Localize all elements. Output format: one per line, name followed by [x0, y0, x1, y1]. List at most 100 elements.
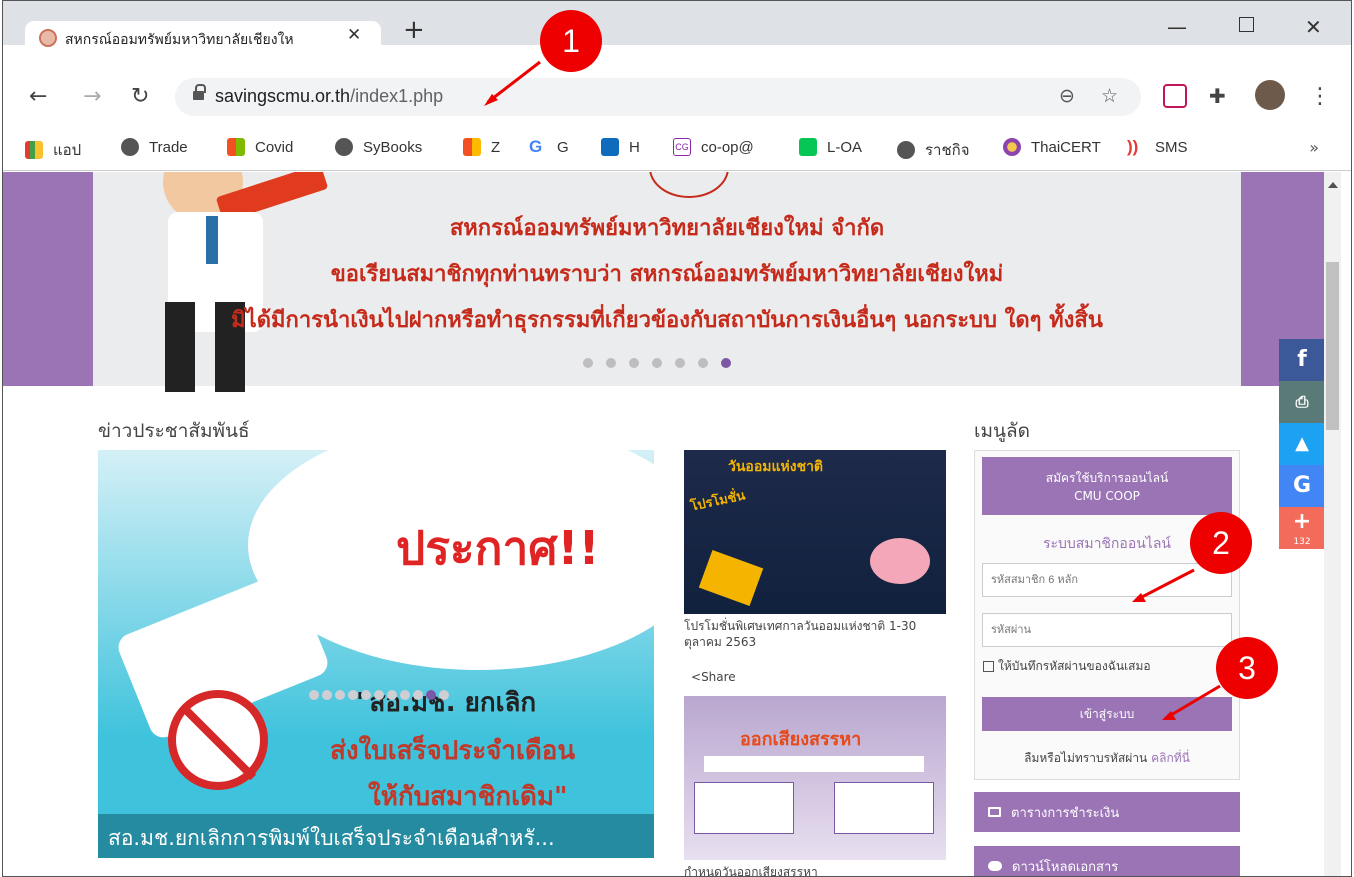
- thumb-promo: โปรโมชั่น: [689, 488, 747, 515]
- close-window-icon[interactable]: ✕: [1305, 15, 1322, 39]
- carousel-dot[interactable]: [361, 690, 371, 700]
- share-icon: <: [691, 670, 702, 684]
- menu-label: ดาวน์โหลดเอกสาร: [1012, 859, 1119, 875]
- more-share-button[interactable]: + 132: [1279, 507, 1325, 549]
- share-label: Share: [701, 670, 736, 684]
- bookmark-g[interactable]: G G: [529, 138, 569, 156]
- register-line-1: สมัครใช้บริการออนไลน์: [1045, 471, 1169, 485]
- announcement-banner[interactable]: สหกรณ์ออมทรัพย์มหาวิทยาลัยเชียงใหม่ จำกั…: [93, 172, 1241, 392]
- carousel-dot[interactable]: [387, 690, 397, 700]
- scroll-thumb[interactable]: [1326, 262, 1339, 430]
- maximize-icon[interactable]: [1239, 17, 1254, 32]
- carousel-dot[interactable]: [322, 690, 332, 700]
- login-button[interactable]: เข้าสู่ระบบ: [982, 697, 1232, 731]
- bookmark-thaicert[interactable]: ThaiCERT: [1003, 138, 1101, 156]
- hero-heading: ประกาศ!!: [396, 521, 600, 575]
- apps-grid-icon: [25, 141, 43, 159]
- bookmark-label: Trade: [149, 138, 188, 156]
- carousel-dot-active[interactable]: [721, 358, 731, 368]
- globe-icon: [121, 138, 139, 156]
- tab-strip: สหกรณ์ออมทรัพย์มหาวิทยาลัยเชียงให ✕ + — …: [3, 1, 1351, 67]
- globe-icon: [335, 138, 353, 156]
- back-icon[interactable]: ←: [29, 84, 47, 109]
- carousel-dot[interactable]: [309, 690, 319, 700]
- facebook-share-icon[interactable]: f: [1279, 339, 1325, 381]
- carousel-dot[interactable]: [698, 358, 708, 368]
- share-button[interactable]: <Share: [691, 670, 736, 684]
- windows-logo-icon: [227, 138, 245, 156]
- bookmark-trade[interactable]: Trade: [121, 138, 188, 156]
- bookmark-label: SyBooks: [363, 138, 423, 156]
- bookmark-ratchakit[interactable]: ราชกิจ: [897, 138, 970, 162]
- forgot-password-link[interactable]: คลิกที่นี่: [1151, 751, 1190, 765]
- register-online-button[interactable]: สมัครใช้บริการออนไลน์ CMU COOP: [982, 457, 1232, 515]
- reload-icon[interactable]: ↻: [131, 84, 149, 109]
- lock-icon[interactable]: [193, 84, 206, 102]
- carousel-dot[interactable]: [675, 358, 685, 368]
- annotation-marker-1: 1: [540, 10, 602, 72]
- remember-label: ให้บันทึกรหัสผ่านของฉันเสมอ: [998, 659, 1151, 673]
- checkbox-box[interactable]: [983, 661, 994, 672]
- scroll-up-arrow-icon[interactable]: [1328, 182, 1338, 188]
- carousel-dot[interactable]: [348, 690, 358, 700]
- bookmark-sms[interactable]: )) SMS: [1127, 138, 1188, 156]
- url-text: savingscmu.or.th/index1.php: [215, 86, 444, 106]
- password-input[interactable]: [982, 613, 1232, 647]
- news-thumbnail[interactable]: วันออมแห่งชาติ โปรโมชั่น: [684, 450, 946, 614]
- download-documents-menu[interactable]: ดาวน์โหลดเอกสาร: [974, 846, 1240, 876]
- menu-label: ตารางการชำระเงิน: [1011, 805, 1120, 821]
- bookmark-apps[interactable]: แอป: [25, 138, 81, 162]
- news-caption[interactable]: กำหนดวันออกเสียงสรรหา: [684, 864, 946, 876]
- bookmark-h[interactable]: H: [601, 138, 640, 156]
- carousel-dot[interactable]: [606, 358, 616, 368]
- address-bar[interactable]: savingscmu.or.th/index1.php ⊖ ☆: [175, 78, 1141, 116]
- bookmark-star-icon[interactable]: ☆: [1101, 85, 1118, 107]
- bookmark-label: แอป: [53, 142, 82, 159]
- pocket-extension-icon[interactable]: [1163, 84, 1187, 108]
- news-caption[interactable]: โปรโมชั่นพิเศษเทศกาลวันออมแห่งชาติ 1-30 …: [684, 618, 946, 650]
- carousel-dot[interactable]: [652, 358, 662, 368]
- bookmark-coop[interactable]: CG co-op@: [673, 138, 754, 156]
- news-item[interactable]: วันออมแห่งชาติ โปรโมชั่น โปรโมชั่นพิเศษเ…: [684, 450, 946, 650]
- bookmark-sybooks[interactable]: SyBooks: [335, 138, 422, 156]
- carousel-dot[interactable]: [374, 690, 384, 700]
- outlook-icon: [601, 138, 619, 156]
- zoom-icon[interactable]: ⊖: [1059, 85, 1075, 107]
- cloud-download-icon: [988, 861, 1002, 871]
- member-id-input[interactable]: [982, 563, 1232, 597]
- print-share-icon[interactable]: ⎙: [1279, 381, 1325, 423]
- carousel-dot[interactable]: [583, 358, 593, 368]
- extensions-puzzle-icon[interactable]: ✚: [1209, 84, 1233, 108]
- bookmark-label: ThaiCERT: [1031, 138, 1101, 156]
- browser-tab[interactable]: สหกรณ์ออมทรัพย์มหาวิทยาลัยเชียงให ✕: [25, 21, 381, 67]
- hero-line-2: ส่งใบเสร็จประจำเดือน: [330, 736, 576, 766]
- profile-avatar[interactable]: [1255, 80, 1285, 110]
- news-item[interactable]: ออกเสียงสรรหา กำหนดวันออกเสียงสรรหา: [684, 696, 946, 876]
- forward-icon[interactable]: →: [83, 84, 101, 109]
- new-tab-icon[interactable]: +: [403, 15, 425, 45]
- carousel-dot[interactable]: [400, 690, 410, 700]
- globe-icon: [897, 141, 915, 159]
- news-thumbnail[interactable]: ออกเสียงสรรหา: [684, 696, 946, 860]
- remember-password-checkbox[interactable]: ให้บันทึกรหัสผ่านของฉันเสมอ: [983, 657, 1151, 676]
- bookmarks-overflow-icon[interactable]: »: [1309, 138, 1319, 157]
- bookmark-covid[interactable]: Covid: [227, 138, 293, 156]
- carousel-dot[interactable]: [335, 690, 345, 700]
- menu-kebab-icon[interactable]: ⋮: [1309, 84, 1331, 109]
- page-scrollbar[interactable]: [1324, 172, 1341, 876]
- banner-carousel-dots: [583, 358, 731, 368]
- payment-schedule-menu[interactable]: ตารางการชำระเงิน: [974, 792, 1240, 832]
- carousel-dot[interactable]: [439, 690, 449, 700]
- bookmark-loa[interactable]: L-OA: [799, 138, 862, 156]
- carousel-dot[interactable]: [629, 358, 639, 368]
- google-share-icon[interactable]: G: [1279, 465, 1325, 507]
- close-tab-icon[interactable]: ✕: [347, 25, 361, 45]
- hero-news-slide[interactable]: ประกาศ!! "สอ.มช. ยกเลิก ส่งใบเสร็จประจำเ…: [98, 450, 654, 858]
- hero-caption[interactable]: สอ.มช.ยกเลิกการพิมพ์ใบเสร็จประจำเดือนสำห…: [98, 814, 654, 858]
- bookmark-z[interactable]: Z: [463, 138, 500, 156]
- carousel-dot[interactable]: [413, 690, 423, 700]
- carousel-dot-active[interactable]: [426, 690, 436, 700]
- banner-line-1: สหกรณ์ออมทรัพย์มหาวิทยาลัยเชียงใหม่ จำกั…: [449, 216, 885, 241]
- minimize-icon[interactable]: —: [1167, 15, 1187, 39]
- twitter-share-icon[interactable]: ▲: [1279, 423, 1325, 465]
